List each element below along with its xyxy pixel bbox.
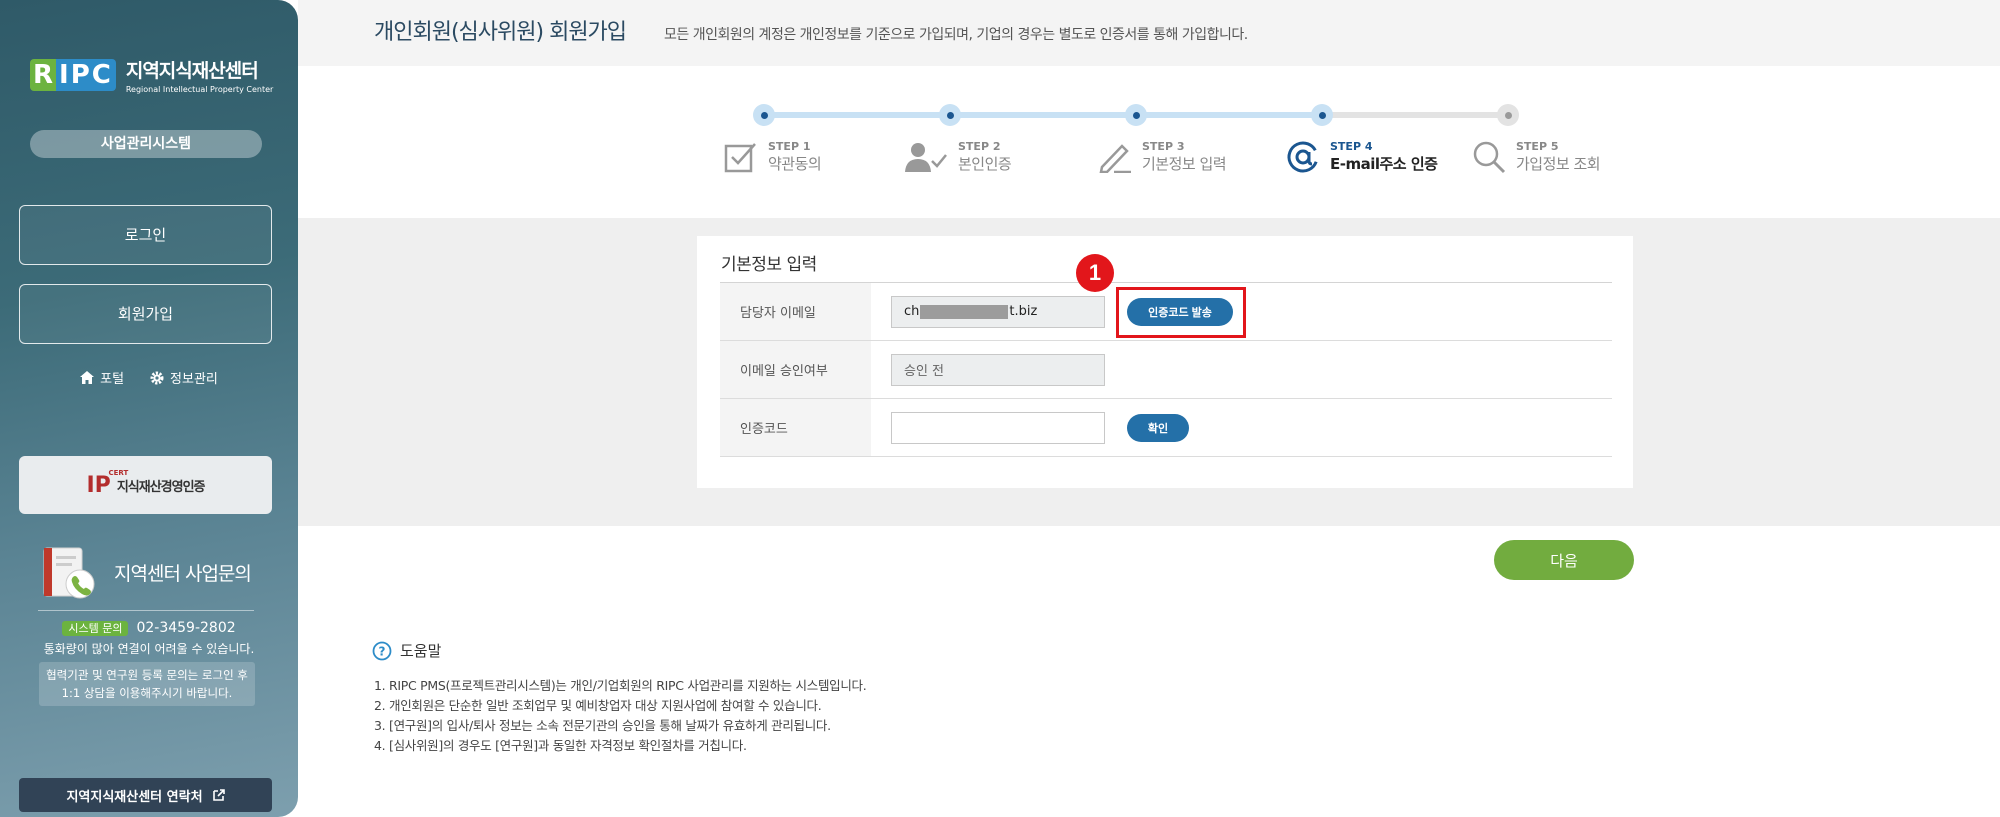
registration-inquiry-note: 협력기관 및 연구원 등록 문의는 로그인 후 1:1 상담을 이용해주시기 바… — [39, 662, 255, 706]
signup-steps: STEP 1 약관동의 STEP 2 본인인증 STEP 3 기본정보 입력 STEP… — [0, 66, 2000, 218]
portal-label: 포털 — [100, 372, 125, 387]
cert-logo-text: IP — [86, 472, 111, 498]
email-label: 담당자 이메일 — [720, 283, 871, 340]
step-1: STEP 1 약관동의 — [724, 140, 822, 174]
step-2: STEP 2 본인인증 — [904, 140, 1012, 174]
step-3: STEP 3 기본정보 입력 — [1098, 140, 1227, 174]
step-2-label: 본인인증 — [958, 155, 1012, 173]
contact-label: 지역지식재산센터 연락처 — [66, 789, 203, 805]
next-button[interactable]: 다음 — [1494, 540, 1634, 580]
verification-code-input[interactable] — [891, 411, 1105, 444]
system-note: 통화량이 많아 연결이 어려울 수 있습니다. — [43, 642, 255, 656]
help-item: 2. 개인회원은 단순한 일반 조회업무 및 예비창업자 대상 지원사업에 참여… — [374, 698, 822, 713]
help-item: 1. RIPC PMS(프로젝트관리시스템)는 개인/기업회원의 RIPC 사업… — [374, 678, 867, 693]
inquiry-title: 지역센터 사업문의 — [114, 562, 252, 585]
email-suffix: t.biz — [1009, 304, 1038, 319]
system-phone: 02-3459-2802 — [136, 620, 236, 636]
svg-text:?: ? — [379, 644, 386, 658]
cert-small-label: CERT — [108, 468, 129, 477]
cert-ip-logo-icon: CERT IP — [86, 469, 129, 498]
help-item: 3. [연구원]의 입사/퇴사 정보는 소속 전문기관의 승인을 통해 날짜가 … — [374, 718, 831, 733]
info-manage-link[interactable]: 정보관리 — [150, 368, 218, 387]
step-node-4 — [1311, 104, 1333, 126]
form-title: 기본정보 입력 — [721, 255, 817, 275]
inquiry-section: 지역센터 사업문의 — [40, 544, 252, 600]
step-2-number: STEP 2 — [958, 140, 1001, 153]
portal-link[interactable]: 포털 — [80, 368, 124, 387]
external-link-icon — [212, 789, 225, 801]
help-section-title: ? 도움말 — [372, 640, 441, 661]
cert-banner-text: 지식재산경영인증 — [116, 479, 206, 495]
step-5-label: 가입정보 조회 — [1516, 155, 1601, 173]
search-icon — [1473, 141, 1506, 174]
phone-book-icon — [43, 547, 95, 599]
ip-cert-banner[interactable]: CERT IP 지식재산경영인증 — [19, 456, 272, 514]
annotation-badge: 1 — [1076, 254, 1114, 292]
system-inquiry-tag: 시스템 문의 — [62, 621, 129, 636]
gear-icon — [150, 371, 164, 384]
progress-track-done — [764, 112, 1324, 118]
step-4-number: STEP 4 — [1330, 140, 1373, 153]
signup-button[interactable]: 회원가입 — [19, 284, 272, 344]
info-manage-label: 정보관리 — [170, 372, 218, 387]
help-item: 4. [심사위원]의 경우도 [연구원]과 동일한 자격정보 확인절차를 거칩니… — [374, 738, 747, 753]
page-description: 모든 개인회원의 계정은 개인정보를 기준으로 가입되며, 기업의 경우는 별도… — [664, 27, 1248, 43]
step-3-number: STEP 3 — [1142, 140, 1185, 153]
system-inquiry-row: 시스템 문의 02-3459-2802 — [0, 620, 298, 636]
checkbox-icon — [724, 143, 756, 173]
step-1-number: STEP 1 — [768, 140, 811, 153]
code-row: 인증코드 확인 — [720, 399, 1612, 457]
email-field[interactable]: ch t.biz — [891, 295, 1105, 328]
page-title: 개인회원(심사위원) 회원가입 — [374, 20, 627, 45]
email-prefix: ch — [904, 304, 920, 319]
center-contact-button[interactable]: 지역지식재산센터 연락처 — [19, 778, 272, 812]
step-5: STEP 5 가입정보 조회 — [1472, 140, 1601, 174]
approval-status-field: 승인 전 — [891, 353, 1105, 386]
step-node-1 — [753, 104, 775, 126]
page-header: 개인회원(심사위원) 회원가입 모든 개인회원의 계정은 개인정보를 기준으로 … — [298, 0, 2000, 66]
code-label: 인증코드 — [720, 399, 871, 456]
progress-track-remaining — [1324, 112, 1510, 118]
help-list: 1. RIPC PMS(프로젝트관리시스템)는 개인/기업회원의 RIPC 사업… — [374, 676, 867, 756]
approval-row: 이메일 승인여부 승인 전 — [720, 341, 1612, 399]
step-4: STEP 4 E-mail주소 인증 — [1286, 140, 1438, 174]
step-node-2 — [939, 104, 961, 126]
pencil-icon — [1099, 144, 1131, 173]
side-links: 포털 정보관리 — [0, 368, 298, 387]
step-4-label: E-mail주소 인증 — [1330, 155, 1438, 173]
registration-note-line1: 협력기관 및 연구원 등록 문의는 로그인 후 — [46, 668, 248, 682]
home-icon — [80, 371, 95, 384]
at-icon — [1287, 141, 1319, 173]
email-redaction — [920, 304, 1009, 319]
confirm-button[interactable]: 확인 — [1127, 413, 1189, 442]
inquiry-divider — [38, 610, 254, 611]
step-node-5 — [1497, 104, 1519, 126]
highlight-box — [1116, 287, 1246, 338]
step-3-label: 기본정보 입력 — [1142, 155, 1227, 173]
step-1-label: 약관동의 — [768, 155, 822, 173]
help-question-icon: ? — [372, 641, 392, 660]
step-5-number: STEP 5 — [1516, 140, 1559, 153]
help-title: 도움말 — [400, 642, 442, 660]
basic-info-card: 기본정보 입력 담당자 이메일 ch t.biz 인증코드 발송 이메일 승인여부… — [697, 236, 1633, 488]
user-check-icon — [905, 143, 947, 172]
step-node-3 — [1125, 104, 1147, 126]
approval-label: 이메일 승인여부 — [720, 341, 871, 398]
registration-note-line2: 1:1 상담을 이용해주시기 바랍니다. — [61, 686, 233, 700]
